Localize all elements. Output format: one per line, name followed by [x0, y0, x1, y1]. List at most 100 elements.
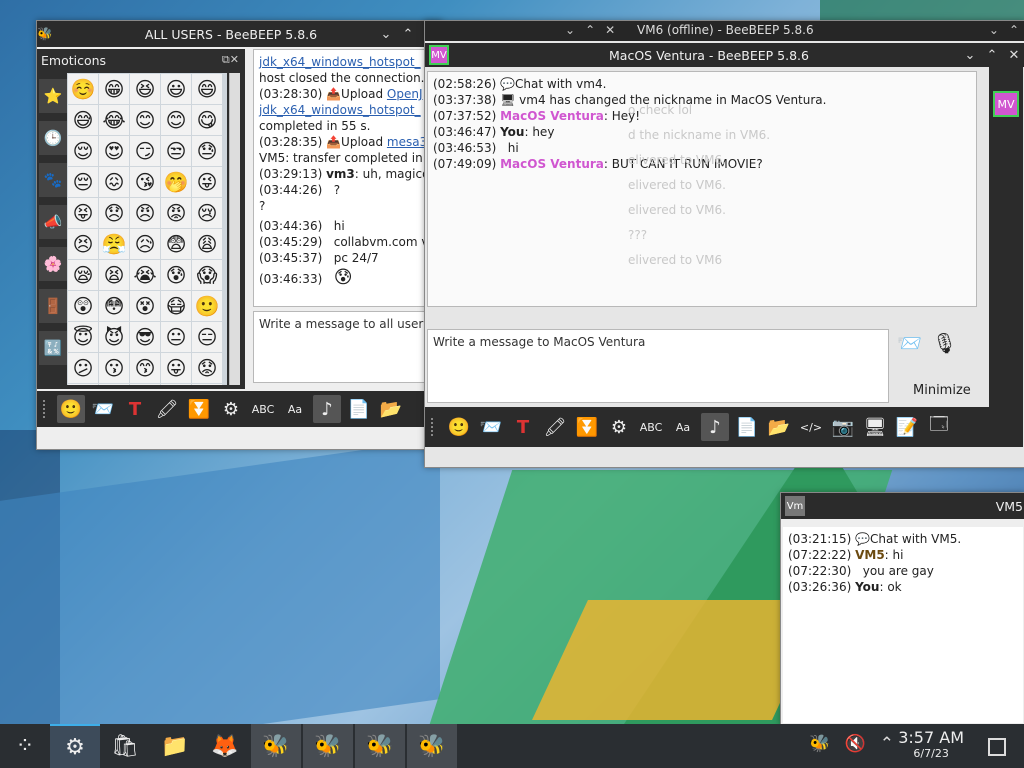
minimize-icon[interactable]: ⌄: [959, 44, 981, 66]
send-icon[interactable]: 📨: [897, 331, 922, 361]
emoji-icon[interactable]: 😎: [130, 322, 160, 352]
close-icon[interactable]: ✕: [1003, 44, 1024, 66]
emoji-icon[interactable]: 😥: [130, 229, 160, 259]
emoji-icon[interactable]: 😊: [161, 105, 191, 135]
emoji-icon[interactable]: 😲: [68, 291, 98, 321]
macos-ventura-window[interactable]: ⌄ ⌃ ✕ VM6 (offline) - BeeBEEP 5.8.6 ⌄ ⌃ MV …: [424, 20, 1024, 468]
symbols-tab-icon[interactable]: 🔣: [39, 331, 67, 365]
system-settings-icon[interactable]: ⚙: [50, 724, 100, 768]
font-icon[interactable]: T: [509, 413, 537, 441]
terminal-icon[interactable]: 🖥: [861, 413, 889, 441]
emoji-icon[interactable]: 😛: [161, 353, 191, 383]
dictionary-icon[interactable]: Aa: [281, 395, 309, 423]
file-link[interactable]: mesa3: [387, 135, 427, 149]
emoji-icon[interactable]: 😡: [161, 198, 191, 228]
app-launcher-icon[interactable]: ⁘: [0, 724, 50, 768]
emoji-icon[interactable]: ☺️: [68, 74, 98, 104]
settings-icon[interactable]: ⚙: [605, 413, 633, 441]
emoji-icon[interactable]: 😅: [68, 105, 98, 135]
macos-titlebar[interactable]: MV MacOS Ventura - BeeBEEP 5.8.6 ⌄ ⌃ ✕: [425, 43, 1024, 67]
emoji-icon[interactable]: 😧: [99, 384, 129, 385]
filter-icon[interactable]: ⏬: [573, 413, 601, 441]
emoticons-icon[interactable]: 🙂: [57, 395, 85, 423]
show-desktop-icon[interactable]: [988, 738, 1006, 756]
emoji-icon[interactable]: 😃: [161, 74, 191, 104]
emoji-icon[interactable]: 😩: [192, 229, 222, 259]
emoji-icon[interactable]: 😘: [130, 167, 160, 197]
send-file-icon[interactable]: 📨: [89, 395, 117, 423]
emoji-icon[interactable]: 😵: [130, 291, 160, 321]
emoji-icon[interactable]: 😔: [68, 167, 98, 197]
font-icon[interactable]: T: [121, 395, 149, 423]
emoji-icon[interactable]: 😯: [192, 384, 222, 385]
emoji-icon[interactable]: 😕: [68, 353, 98, 383]
dictionary-icon[interactable]: Aa: [669, 413, 697, 441]
emoji-icon[interactable]: 😳: [99, 291, 129, 321]
chevron-up-icon[interactable]: ⌃: [880, 734, 894, 754]
emoji-icon[interactable]: 😟: [192, 353, 222, 383]
emoji-icon[interactable]: 😜: [192, 167, 222, 197]
emoji-icon[interactable]: 😒: [161, 136, 191, 166]
emoji-icon[interactable]: 😈: [99, 322, 129, 352]
user-avatar[interactable]: MV: [993, 91, 1019, 117]
emoji-icon[interactable]: 😝: [68, 198, 98, 228]
emoji-icon[interactable]: 😗: [99, 353, 129, 383]
send-file-icon[interactable]: 📨: [477, 413, 505, 441]
notes-icon[interactable]: 📝: [893, 413, 921, 441]
emoji-icon[interactable]: 😆: [130, 74, 160, 104]
html-icon[interactable]: </>: [797, 413, 825, 441]
emoji-icon[interactable]: 😠: [130, 198, 160, 228]
file-link[interactable]: jdk_x64_windows_hotspot_: [259, 55, 421, 69]
spellcheck-icon[interactable]: ABC: [249, 395, 277, 423]
color-icon[interactable]: 🖍: [541, 413, 569, 441]
filter-icon[interactable]: ⏬: [185, 395, 213, 423]
microphone-icon[interactable]: 🎙: [932, 331, 957, 361]
emoticon-scrollbar[interactable]: [229, 73, 240, 385]
nature-tab-icon[interactable]: 🐾: [39, 163, 67, 197]
emoji-icon[interactable]: 😍: [99, 136, 129, 166]
emoji-icon[interactable]: 😊: [130, 105, 160, 135]
emoji-icon[interactable]: 😖: [99, 167, 129, 197]
emoji-icon[interactable]: 😭: [130, 260, 160, 290]
toolbar-grip[interactable]: [431, 418, 437, 436]
discover-store-icon[interactable]: 🛍: [100, 724, 150, 768]
dialog-icon[interactable]: 🗔: [925, 413, 953, 441]
emoji-icon[interactable]: 😙: [130, 353, 160, 383]
macos-message-input[interactable]: Write a message to MacOS Ventura: [427, 329, 889, 403]
emoji-icon[interactable]: 😋: [192, 105, 222, 135]
maximize-icon[interactable]: ⌃: [981, 44, 1003, 66]
emoticon-grid[interactable]: ☺️ 😁 😆 😃 😄 😅 😂 😊 😊 😋 😌 😍 😏 😒 😓 😔 😖 😘 🤭 😜 😝 😞 😠 😡 😢 😣 😤 😥 😨 😩 😪 😫 😭…: [67, 73, 227, 385]
spellcheck-icon[interactable]: ABC: [637, 413, 665, 441]
save-chat-icon[interactable]: 📄: [733, 413, 761, 441]
emoji-icon[interactable]: 🙂: [192, 291, 222, 321]
emoji-icon[interactable]: 😣: [68, 229, 98, 259]
beebeep-task-icon[interactable]: 🐝: [251, 724, 301, 768]
panel-close-icon[interactable]: ⧉✕: [222, 53, 239, 67]
vm5-titlebar[interactable]: Vm VM5: [781, 493, 1024, 519]
all-users-message-input[interactable]: Write a message to all user: [253, 311, 441, 383]
emoji-icon[interactable]: 😱: [192, 260, 222, 290]
file-link[interactable]: jdk_x64_windows_hotspot_: [259, 103, 421, 117]
sound-icon[interactable]: ♪: [313, 395, 341, 423]
emoji-icon[interactable]: 😓: [192, 136, 222, 166]
file-manager-icon[interactable]: 📁: [150, 724, 200, 768]
maximize-icon[interactable]: ⌃: [585, 23, 595, 37]
emoji-icon[interactable]: 😪: [68, 260, 98, 290]
emoji-icon[interactable]: 😮: [161, 384, 191, 385]
firefox-icon[interactable]: 🦊: [200, 724, 250, 768]
save-chat-icon[interactable]: 📄: [345, 395, 373, 423]
minimize-icon[interactable]: ⌄: [989, 23, 999, 37]
settings-icon[interactable]: ⚙: [217, 395, 245, 423]
beebeep-task-icon[interactable]: 🐝: [303, 724, 353, 768]
places-tab-icon[interactable]: 🚪: [39, 289, 67, 323]
beebeep-task-icon[interactable]: 🐝: [407, 724, 457, 768]
share-folder-icon[interactable]: 📂: [765, 413, 793, 441]
emoji-icon[interactable]: 😂: [99, 105, 129, 135]
digital-clock[interactable]: 3:57 AM 6/7/23: [898, 728, 964, 760]
emoji-icon[interactable]: 😁: [99, 74, 129, 104]
emoji-icon[interactable]: 😞: [99, 198, 129, 228]
maximize-icon[interactable]: ⌃: [1009, 23, 1019, 37]
minimize-icon[interactable]: ⌄: [565, 23, 575, 37]
screenshot-icon[interactable]: 📷: [829, 413, 857, 441]
color-icon[interactable]: 🖍: [153, 395, 181, 423]
